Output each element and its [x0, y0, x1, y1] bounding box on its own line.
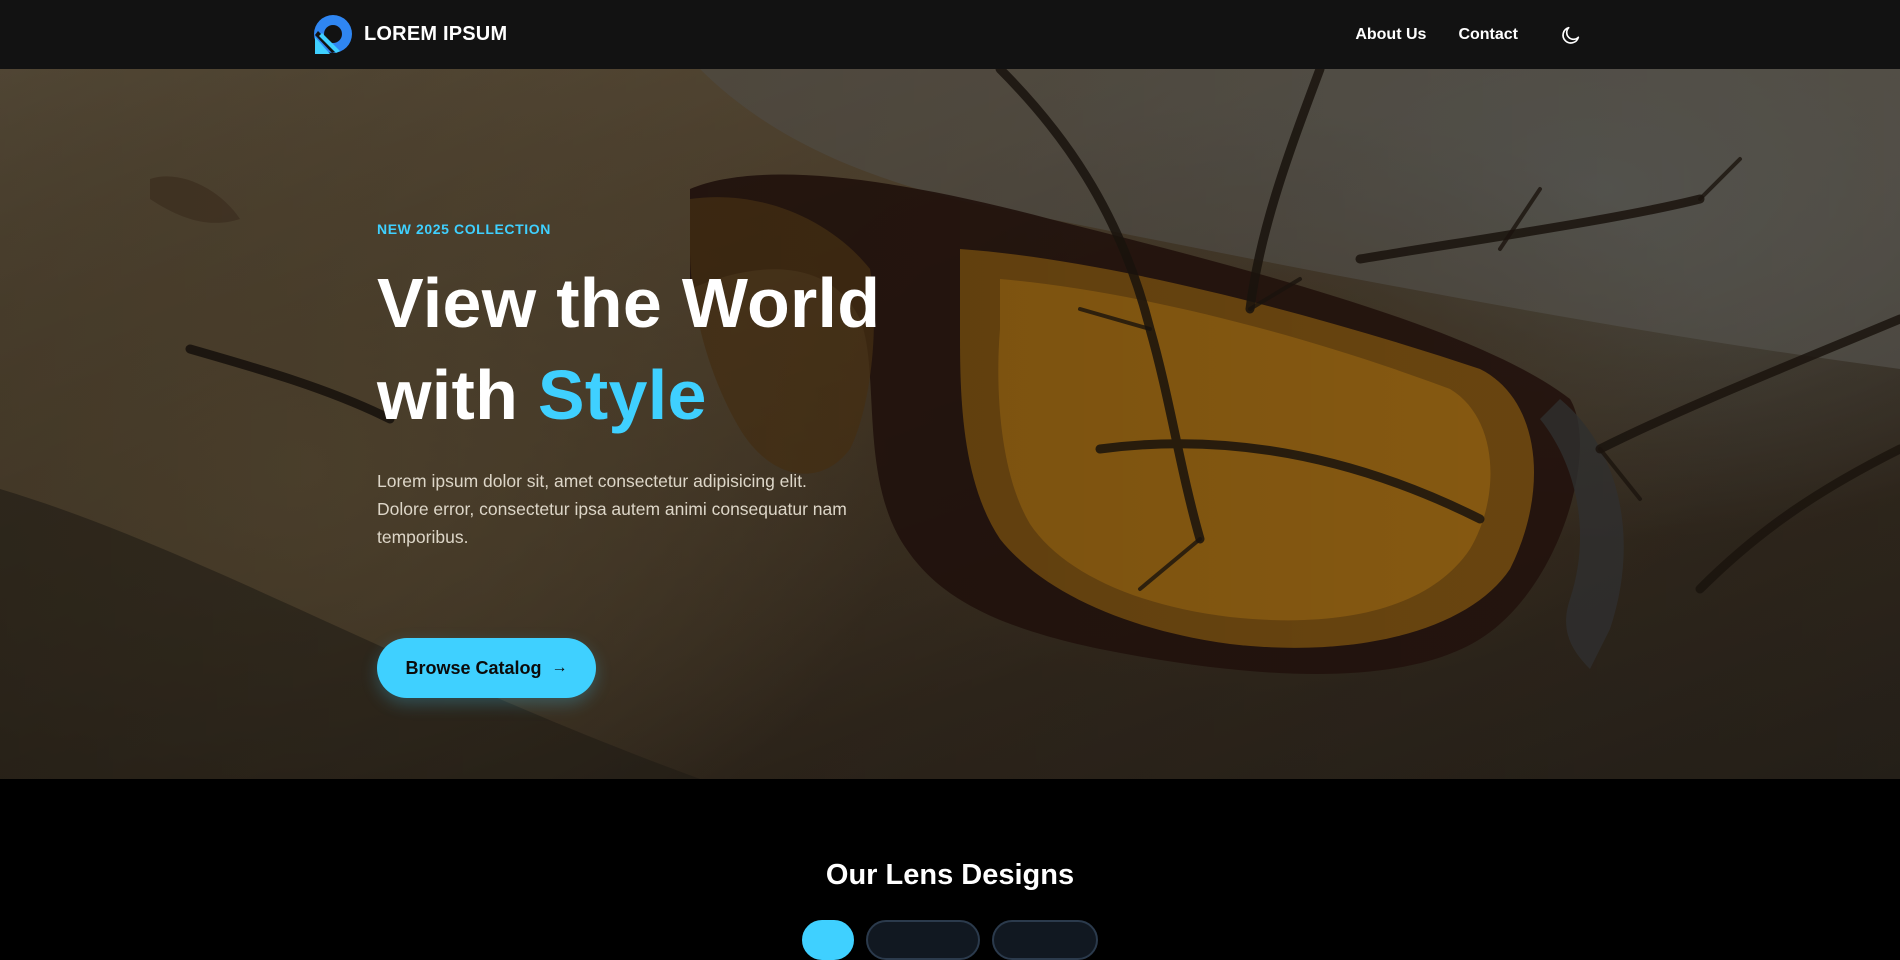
hero-content: NEW 2025 COLLECTION View the World with … — [377, 221, 937, 698]
hero-overlay — [0, 69, 1900, 779]
arrow-right-icon: → — [551, 659, 568, 676]
brand-name: LOREM IPSUM — [364, 22, 508, 45]
nav-link-about-us[interactable]: About Us — [1355, 26, 1426, 44]
nav-links: About Us Contact — [1355, 0, 1584, 69]
lens-designs-section: Our Lens Designs — [0, 779, 1900, 960]
hero-description: Lorem ipsum dolor sit, amet consectetur … — [377, 471, 847, 547]
hero-title-line1: View the World — [377, 264, 881, 342]
hero-section: NEW 2025 COLLECTION View the World with … — [0, 69, 1900, 779]
tab-3[interactable] — [992, 920, 1098, 960]
section-title: Our Lens Designs — [825, 859, 1075, 891]
browse-catalog-label: Browse Catalog — [405, 657, 542, 678]
brand-home-link[interactable]: LOREM IPSUM — [312, 13, 507, 55]
browse-catalog-button[interactable]: Browse Catalog → — [377, 638, 596, 698]
tab-2[interactable] — [866, 920, 980, 960]
hero-title-accent: Style — [537, 356, 707, 434]
theme-toggle-button[interactable] — [1558, 22, 1584, 48]
navbar: LOREM IPSUM About Us Contact — [0, 0, 1900, 69]
hero-title: View the World with Style — [377, 257, 937, 441]
brand-logo-icon — [314, 15, 352, 54]
nav-link-contact[interactable]: Contact — [1458, 26, 1518, 44]
hero-eyebrow: NEW 2025 COLLECTION — [377, 221, 551, 237]
moon-icon — [1562, 26, 1580, 44]
hero-title-line2-prefix: with — [377, 356, 538, 434]
tab-1[interactable] — [802, 920, 854, 960]
lens-design-tabs — [802, 920, 1098, 960]
